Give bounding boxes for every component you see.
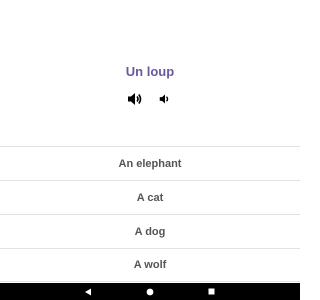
audio-controls xyxy=(0,91,300,107)
nav-back-button[interactable] xyxy=(78,283,98,300)
speaker-slow-icon xyxy=(159,94,169,104)
answer-list: An elephant A cat A dog A wolf xyxy=(0,146,300,282)
recents-square-icon xyxy=(208,288,214,295)
play-audio-button[interactable] xyxy=(127,91,143,107)
prompt-word: Un loup xyxy=(125,64,175,79)
answer-option[interactable]: A wolf xyxy=(0,248,300,282)
nav-home-button[interactable] xyxy=(140,283,160,300)
play-slow-audio-button[interactable] xyxy=(158,91,172,107)
system-nav-bar xyxy=(0,283,300,300)
answer-option[interactable]: An elephant xyxy=(0,146,300,180)
answer-option[interactable]: A cat xyxy=(0,180,300,214)
home-circle-icon xyxy=(146,288,154,295)
answer-option[interactable]: A dog xyxy=(0,214,300,248)
speaker-icon xyxy=(128,93,142,105)
quiz-screen: Un loup An elephant A cat A dog A wolf xyxy=(0,0,300,300)
back-triangle-icon xyxy=(85,288,91,295)
nav-recents-button[interactable] xyxy=(201,283,221,300)
